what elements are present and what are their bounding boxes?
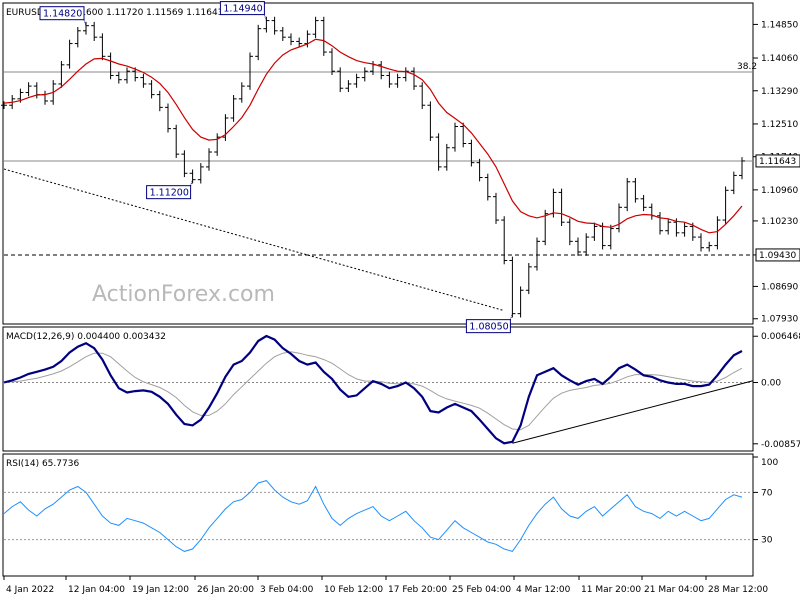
price-annotation-label: 1.14940 <box>223 4 262 15</box>
x-tick-label: 17 Feb 20:00 <box>388 585 447 595</box>
price-level-axis-label: 1.09430 <box>759 251 796 261</box>
x-tick-label: 4 Mar 12:00 <box>516 585 571 595</box>
price-level-axis-label: 1.11643 <box>759 157 796 167</box>
x-tick-label: 26 Jan 20:00 <box>197 585 254 595</box>
macd-y-tick-label: 0.00 <box>761 378 781 388</box>
price-panel-title: EURUSD,H4 1.11600 1.11720 1.11569 1.1164… <box>6 8 223 18</box>
price-y-tick-label: 1.07930 <box>761 315 798 325</box>
price-annotation-label: 1.11200 <box>150 188 189 199</box>
x-tick-label: 19 Jan 12:00 <box>132 585 189 595</box>
macd-y-tick-label: -0.008573 <box>761 440 800 450</box>
x-tick-label: 3 Feb 04:00 <box>260 585 314 595</box>
price-y-tick-label: 1.10230 <box>761 217 798 227</box>
x-tick-label: 25 Feb 04:00 <box>452 585 511 595</box>
x-tick-label: 28 Mar 12:00 <box>708 585 768 595</box>
ohlc-values: 1.11600 1.11720 1.11569 1.11643 <box>66 8 223 18</box>
price-y-tick-label: 1.13290 <box>761 87 798 97</box>
price-annotation-label: 1.08050 <box>469 322 508 333</box>
rsi-y-tick-label: 100 <box>761 458 778 468</box>
macd-title: MACD(12,26,9) 0.004400 0.003432 <box>6 332 166 342</box>
price-y-tick-label: 1.12510 <box>761 120 798 130</box>
chart-canvas: ActionForex.com EURUSD,H4 1.11600 1.1172… <box>0 0 800 600</box>
fib-level-label: 38.2 <box>737 62 757 72</box>
rsi-y-tick-label: 70 <box>761 488 773 498</box>
x-tick-label: 11 Mar 20:00 <box>581 585 641 595</box>
price-y-tick-label: 1.10960 <box>761 186 798 196</box>
macd-y-tick-label: 0.006468 <box>761 332 800 342</box>
rsi-y-tick-label: 30 <box>761 536 773 546</box>
watermark: ActionForex.com <box>92 282 275 307</box>
price-y-tick-label: 1.08690 <box>761 282 798 292</box>
price-y-tick-label: 1.14850 <box>761 20 798 30</box>
price-y-tick-label: 1.14060 <box>761 54 798 64</box>
x-tick-label: 21 Mar 04:00 <box>644 585 704 595</box>
x-tick-label: 10 Feb 12:00 <box>324 585 383 595</box>
x-tick-label: 12 Jan 04:00 <box>68 585 125 595</box>
x-tick-label: 4 Jan 2022 <box>6 585 54 595</box>
price-annotation-label: 1.14820 <box>43 9 82 20</box>
rsi-title: RSI(14) 65.7736 <box>6 459 79 469</box>
